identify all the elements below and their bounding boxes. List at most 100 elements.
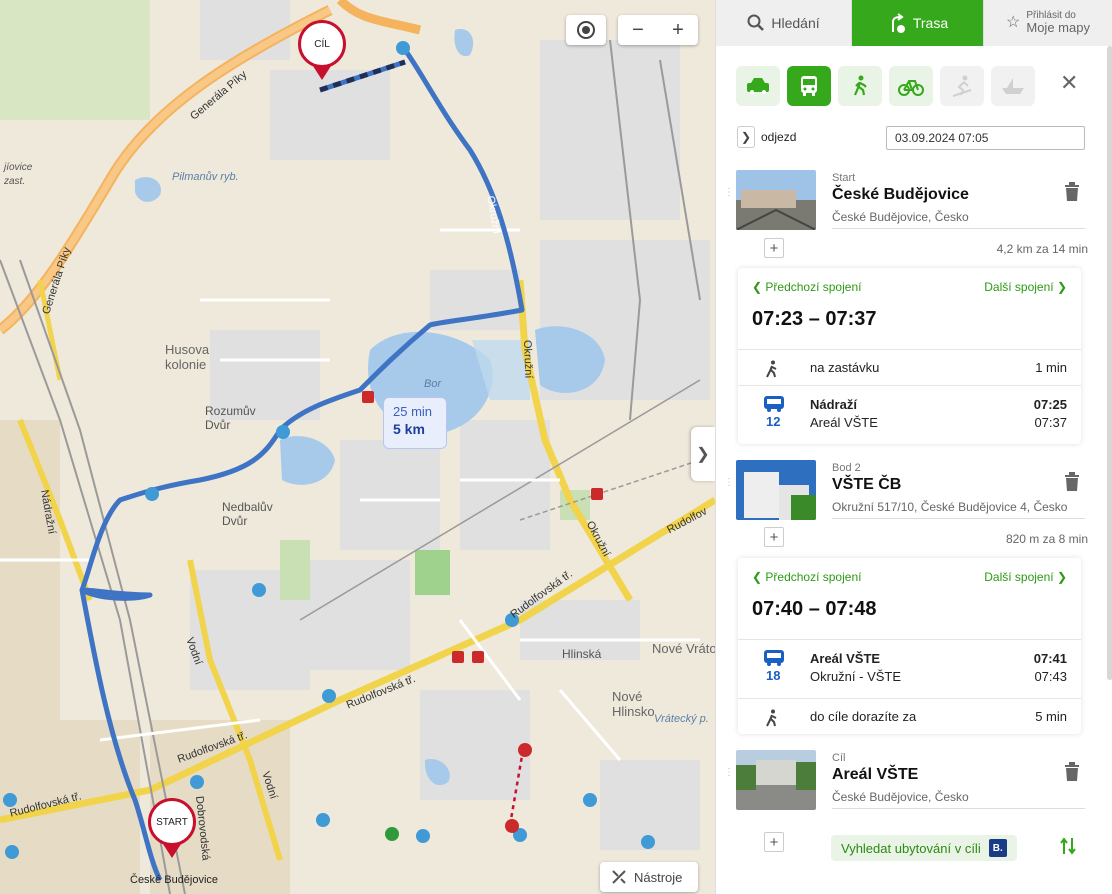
district-label: Rozumův Dvůr bbox=[205, 404, 256, 432]
stop-address: České Budějovice, Česko bbox=[832, 210, 1085, 229]
route-summary-bubble[interactable]: 25 min 5 km bbox=[383, 397, 447, 449]
stream-label: Vrátecký p. bbox=[654, 713, 709, 725]
route-stop-finish[interactable]: ⋮⋮ Cíl Areál VŠTE České Budějovice, Česk… bbox=[724, 750, 1086, 812]
add-waypoint-button[interactable]: + bbox=[764, 527, 784, 547]
drag-handle-icon[interactable]: ⋮⋮ bbox=[724, 768, 744, 786]
mode-bike[interactable] bbox=[889, 66, 933, 106]
mode-boat bbox=[991, 66, 1035, 106]
chevron-right-icon[interactable]: ❯ bbox=[737, 126, 755, 148]
lake-label: Pilmanův ryb. bbox=[172, 171, 239, 183]
tools-button[interactable]: Nástroje bbox=[600, 862, 698, 892]
walk-step-duration: 1 min bbox=[1035, 360, 1067, 375]
bus-icon bbox=[764, 650, 784, 666]
bus-icon bbox=[764, 396, 784, 412]
close-icon[interactable]: ✕ bbox=[1060, 70, 1078, 96]
mode-car[interactable] bbox=[736, 66, 780, 106]
district-label: Nedbalův Dvůr bbox=[222, 500, 273, 528]
map-base bbox=[0, 0, 715, 894]
boat-icon bbox=[1002, 78, 1024, 94]
find-lodging-button[interactable]: Vyhledat ubytování v cíli B. bbox=[831, 835, 1017, 861]
walk-icon bbox=[766, 709, 777, 727]
search-icon bbox=[747, 14, 765, 31]
stop-photo bbox=[736, 460, 816, 520]
tab-route[interactable]: Trasa bbox=[852, 0, 984, 46]
tab-search-label: Hledání bbox=[771, 15, 820, 31]
route-icon bbox=[891, 13, 905, 33]
finish-pin[interactable]: CÍL bbox=[298, 20, 346, 80]
route-stop-waypoint[interactable]: ⋮⋮ Bod 2 VŠTE ČB Okružní 517/10, České B… bbox=[724, 460, 1086, 522]
bus-from-stop: Areál VŠTE bbox=[810, 651, 881, 666]
walk-step: na zastávku 1 min bbox=[738, 349, 1081, 385]
bus-departure-time: 07:25 bbox=[1033, 397, 1067, 412]
stop-kind: Cíl bbox=[832, 752, 846, 764]
segment-summary: 820 m za 8 min bbox=[1005, 532, 1088, 546]
transport-modes bbox=[736, 66, 1035, 106]
previous-connection-link[interactable]: ❮ Předchozí spojení bbox=[752, 570, 861, 584]
add-waypoint-button[interactable]: + bbox=[764, 832, 784, 852]
locate-button[interactable] bbox=[566, 15, 606, 45]
booking-badge: B. bbox=[988, 839, 1007, 857]
next-connection-link[interactable]: Další spojení ❯ bbox=[984, 570, 1067, 584]
bus-to-stop: Areál VŠTE bbox=[810, 415, 878, 430]
trash-icon[interactable] bbox=[1064, 182, 1080, 202]
bus-to-stop: Okružní - VŠTE bbox=[810, 669, 902, 684]
stop-name: Areál VŠTE bbox=[832, 766, 919, 783]
departure-label: odjezd bbox=[761, 130, 797, 144]
walk-icon bbox=[853, 75, 867, 96]
login-big-label: Moje mapy bbox=[1026, 20, 1090, 36]
stop-name: České Budějovice bbox=[832, 186, 969, 203]
start-pin[interactable]: START bbox=[148, 798, 196, 858]
bike-icon bbox=[898, 80, 924, 96]
collapse-panel-button[interactable]: ❯ bbox=[691, 427, 715, 481]
drag-handle-icon[interactable]: ⋮⋮ bbox=[724, 188, 744, 206]
tab-login[interactable]: ☆ Přihlásit do Moje mapy bbox=[984, 0, 1112, 46]
map-canvas[interactable]: Pilmanův ryb. Husova kolonie Rozumův Dvů… bbox=[0, 0, 715, 894]
place-label: zast. bbox=[4, 176, 26, 187]
locate-icon bbox=[577, 21, 595, 39]
drag-handle-icon[interactable]: ⋮⋮ bbox=[724, 478, 744, 496]
departure-toggle[interactable]: ❯ odjezd bbox=[737, 126, 796, 148]
stop-photo bbox=[736, 170, 816, 230]
stop-address: České Budějovice, Česko bbox=[832, 790, 1085, 809]
bus-step[interactable]: 18 Areál VŠTE Okružní - VŠTE 07:41 07:43 bbox=[738, 639, 1081, 698]
place-label: jíovice bbox=[4, 162, 33, 173]
trash-icon[interactable] bbox=[1064, 472, 1080, 492]
mode-ski bbox=[940, 66, 984, 106]
street-label: Hlinská bbox=[562, 647, 602, 661]
zoom-out-button[interactable]: − bbox=[632, 19, 644, 42]
zoom-in-button[interactable]: + bbox=[672, 19, 684, 42]
walk-step-duration: 5 min bbox=[1035, 709, 1067, 724]
route-stop-start[interactable]: ⋮⋮ Start České Budějovice České Budějovi… bbox=[724, 170, 1086, 232]
bus-step[interactable]: 12 Nádraží Areál VŠTE 07:25 07:37 bbox=[738, 385, 1081, 444]
finish-pin-label: CÍL bbox=[298, 20, 346, 68]
district-label: Husova kolonie bbox=[165, 342, 210, 372]
stop-kind: Bod 2 bbox=[832, 462, 861, 474]
lake-label: Bor bbox=[424, 378, 442, 390]
mode-walk[interactable] bbox=[838, 66, 882, 106]
car-icon bbox=[747, 78, 769, 94]
bus-departure-time: 07:41 bbox=[1033, 651, 1067, 666]
stop-kind: Start bbox=[832, 172, 856, 184]
next-connection-link[interactable]: Další spojení ❯ bbox=[984, 280, 1067, 294]
star-icon: ☆ bbox=[1006, 14, 1021, 32]
connection-card: ❮ Předchozí spojení Další spojení ❯ 07:2… bbox=[738, 268, 1081, 444]
swap-icon[interactable] bbox=[1060, 836, 1076, 856]
mode-bus[interactable] bbox=[787, 66, 831, 106]
bus-line-number: 12 bbox=[766, 414, 781, 429]
bus-icon bbox=[801, 76, 817, 96]
walk-step-label: na zastávku bbox=[810, 360, 880, 375]
bus-from-stop: Nádraží bbox=[810, 397, 857, 412]
start-pin-label: START bbox=[148, 798, 196, 846]
trash-icon[interactable] bbox=[1064, 762, 1080, 782]
add-waypoint-button[interactable]: + bbox=[764, 238, 784, 258]
connection-times: 07:40 – 07:48 bbox=[752, 598, 877, 620]
district-label: Nové Vrátov bbox=[652, 641, 715, 656]
bus-line-number: 18 bbox=[766, 668, 781, 683]
tab-route-label: Trasa bbox=[912, 15, 949, 31]
tab-search[interactable]: Hledání bbox=[716, 0, 852, 46]
segment-summary: 4,2 km za 14 min bbox=[996, 242, 1088, 256]
departure-datetime-input[interactable] bbox=[886, 126, 1085, 150]
stop-name: VŠTE ČB bbox=[832, 476, 902, 493]
panel-scrollbar[interactable] bbox=[1107, 46, 1112, 680]
previous-connection-link[interactable]: ❮ Předchozí spojení bbox=[752, 280, 861, 294]
